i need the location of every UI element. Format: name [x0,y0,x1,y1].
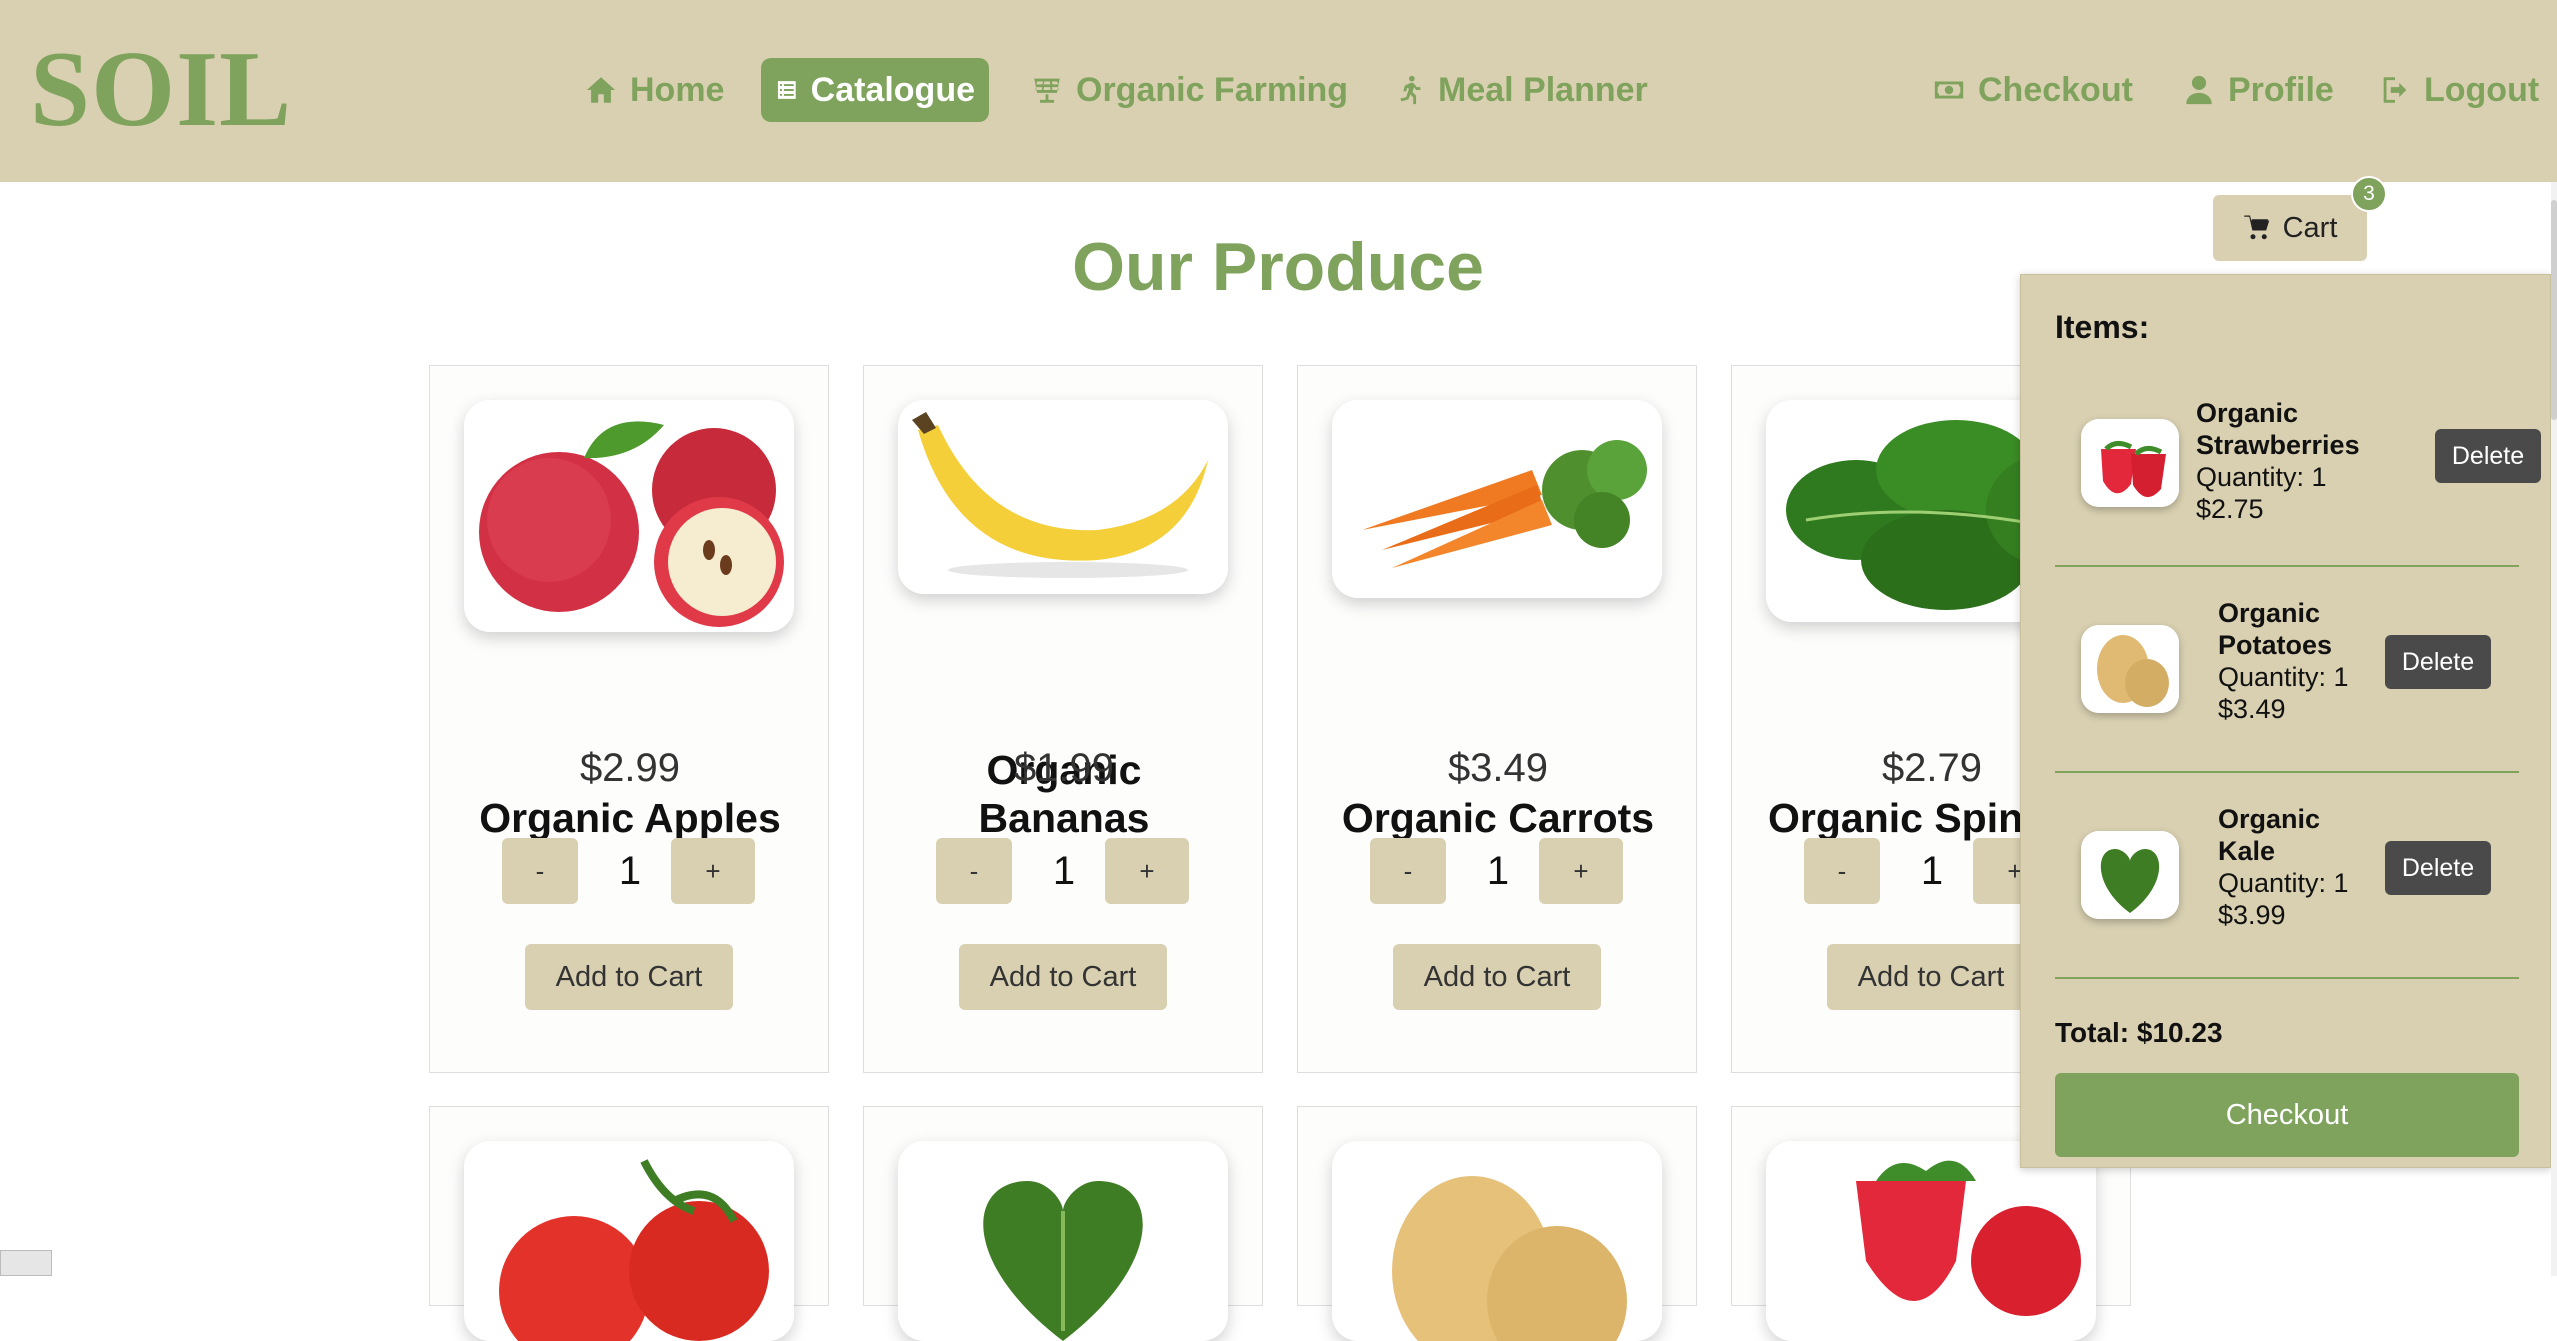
cart-item-name-line2: Kale [2218,836,2276,866]
nav-meal-planner[interactable]: Meal Planner [1378,58,1662,122]
user-icon [2186,75,2212,105]
quantity-value: 1 [1052,848,1076,893]
decrease-quantity-button[interactable]: - [502,838,578,904]
cart-item-quantity: Quantity: 1 [2218,868,2349,898]
product-card: Organic Apples $2.99 - 1 + Add to Cart [429,365,829,1073]
increase-quantity-button[interactable]: + [671,838,755,904]
cart-item-quantity: Quantity: 1 [2196,462,2327,492]
site-logo[interactable]: SOIL [30,30,292,150]
cart-item-image [2081,419,2179,507]
product-card [429,1106,829,1341]
running-person-icon [1400,75,1421,105]
cart-count-badge: 3 [2351,176,2387,212]
decrease-quantity-button[interactable]: - [1370,838,1446,904]
cart-item-name-line2: Strawberries [2196,430,2360,460]
top-navbar: SOIL Home Catalogue Organic Farming Meal… [0,0,2557,182]
quantity-value: 1 [1486,848,1510,893]
nav-profile-label: Profile [2228,70,2334,109]
add-to-cart-button[interactable]: Add to Cart [1393,944,1601,1010]
decrease-quantity-button[interactable]: - [1804,838,1880,904]
nav-checkout[interactable]: Checkout [1918,58,2147,122]
delete-cart-item-button[interactable]: Delete [2435,429,2541,483]
cart-item-name-line1: Organic [2196,398,2299,428]
product-price: $3.49 [1447,746,1549,790]
increase-quantity-button[interactable]: + [1105,838,1189,904]
solar-panel-icon [1034,78,1060,103]
list-icon [777,81,796,99]
cart-item: Organic Potatoes Quantity: 1 $3.49 Delet… [2055,567,2519,773]
delete-cart-item-button[interactable]: Delete [2385,841,2491,895]
page-title-text: Our Produce [1072,229,1484,305]
nav-home[interactable]: Home [570,58,738,122]
cart-item: Organic Strawberries Quantity: 1 $2.75 D… [2055,361,2541,567]
product-image-tomatoes [464,1141,794,1341]
product-image-apples [464,400,794,632]
page-scrollbar-thumb[interactable] [2551,200,2557,420]
nav-catalogue-label: Catalogue [810,70,975,109]
product-price: $2.99 [579,746,681,790]
cart-item-image [2081,831,2179,919]
cart-items-title: Items: [2055,309,2150,345]
decrease-quantity-button[interactable]: - [936,838,1012,904]
cart-dropdown: Items: Organic Strawberries Quantity: 1 … [2020,274,2551,1168]
nav-checkout-label: Checkout [1978,70,2133,109]
cart-item-name-line2: Potatoes [2218,630,2333,660]
cart-total: Total: $10.23 [2055,1017,2223,1048]
product-image-carrots [1332,400,1662,598]
product-image-bananas [898,400,1228,594]
cart-checkout-button[interactable]: Checkout [2055,1073,2519,1157]
nav-organic-farming[interactable]: Organic Farming [1016,58,1362,122]
home-icon [586,77,616,103]
product-image-kale [898,1141,1228,1341]
nav-logout[interactable]: Logout [2364,58,2553,122]
product-card: Organic Bananas $1.99 - 1 + Add to Cart [863,365,1263,1073]
cart-item-details: Organic Strawberries Quantity: 1 $2.75 [2196,397,2360,525]
cart-item-quantity: Quantity: 1 [2218,662,2349,692]
product-image-strawberries [1766,1141,2096,1341]
cart-item-name-line1: Organic [2218,804,2321,834]
corner-widget-icon [0,1250,52,1276]
cart-item-details: Organic Kale Quantity: 1 $3.99 [2218,803,2349,931]
product-name: Organic Carrots [1341,795,1655,841]
product-card [863,1106,1263,1341]
cart-item-details: Organic Potatoes Quantity: 1 $3.49 [2218,597,2349,725]
nav-home-label: Home [630,70,725,109]
cart-item: Organic Kale Quantity: 1 $3.99 Delete [2055,773,2519,979]
product-name: Organic Apples [479,795,781,841]
cart-item-price: $2.75 [2196,494,2264,524]
nav-organic-farming-label: Organic Farming [1076,70,1349,109]
delete-cart-item-button[interactable]: Delete [2385,635,2491,689]
product-card: Organic Carrots $3.49 - 1 + Add to Cart [1297,365,1697,1073]
increase-quantity-button[interactable]: + [1539,838,1623,904]
cart-item-price: $3.49 [2218,694,2286,724]
nav-meal-planner-label: Meal Planner [1438,70,1648,109]
add-to-cart-button[interactable]: Add to Cart [525,944,733,1010]
cart-item-image [2081,625,2179,713]
cart-item-price: $3.99 [2218,900,2286,930]
product-price: $1.99 [1013,746,1115,790]
nav-logout-label: Logout [2424,70,2540,109]
product-card [1297,1106,1697,1341]
money-bill-icon [1934,81,1964,99]
product-image-potatoes [1332,1141,1662,1341]
quantity-value: 1 [1920,848,1944,893]
cart-item-name-line1: Organic [2218,598,2321,628]
nav-catalogue[interactable]: Catalogue [761,58,989,122]
nav-profile[interactable]: Profile [2168,58,2348,122]
add-to-cart-button[interactable]: Add to Cart [1827,944,2035,1010]
add-to-cart-button[interactable]: Add to Cart [959,944,1167,1010]
quantity-value: 1 [618,848,642,893]
sign-out-icon [2383,77,2407,103]
